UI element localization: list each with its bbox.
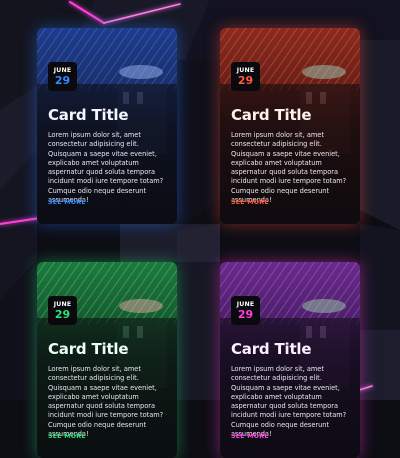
card-title: Card Title: [48, 106, 129, 124]
date-badge: JUNE 29: [48, 62, 77, 91]
date-badge: JUNE 29: [231, 296, 260, 325]
date-day: 29: [54, 73, 71, 87]
event-card: JUNE 29 Card Title Lorem ipsum dolor sit…: [37, 28, 177, 224]
see-more-link[interactable]: SEE MORE: [231, 199, 269, 206]
date-badge: JUNE 29: [48, 296, 77, 325]
see-more-link[interactable]: SEE MORE: [231, 433, 269, 440]
see-more-link[interactable]: SEE MORE: [48, 433, 86, 440]
event-card: JUNE 29 Card Title Lorem ipsum dolor sit…: [220, 262, 360, 458]
card-description: Lorem ipsum dolor sit, amet consectetur …: [48, 365, 164, 439]
card-title: Card Title: [231, 106, 312, 124]
card-description: Lorem ipsum dolor sit, amet consectetur …: [48, 131, 164, 205]
card-title: Card Title: [48, 340, 129, 358]
date-day: 29: [237, 73, 254, 87]
date-badge: JUNE 29: [231, 62, 260, 91]
card-description: Lorem ipsum dolor sit, amet consectetur …: [231, 365, 347, 439]
card-description: Lorem ipsum dolor sit, amet consectetur …: [231, 131, 347, 205]
see-more-link[interactable]: SEE MORE: [48, 199, 86, 206]
event-card: JUNE 29 Card Title Lorem ipsum dolor sit…: [37, 262, 177, 458]
date-day: 29: [237, 307, 254, 321]
card-title: Card Title: [231, 340, 312, 358]
date-day: 29: [54, 307, 71, 321]
event-card: JUNE 29 Card Title Lorem ipsum dolor sit…: [220, 28, 360, 224]
